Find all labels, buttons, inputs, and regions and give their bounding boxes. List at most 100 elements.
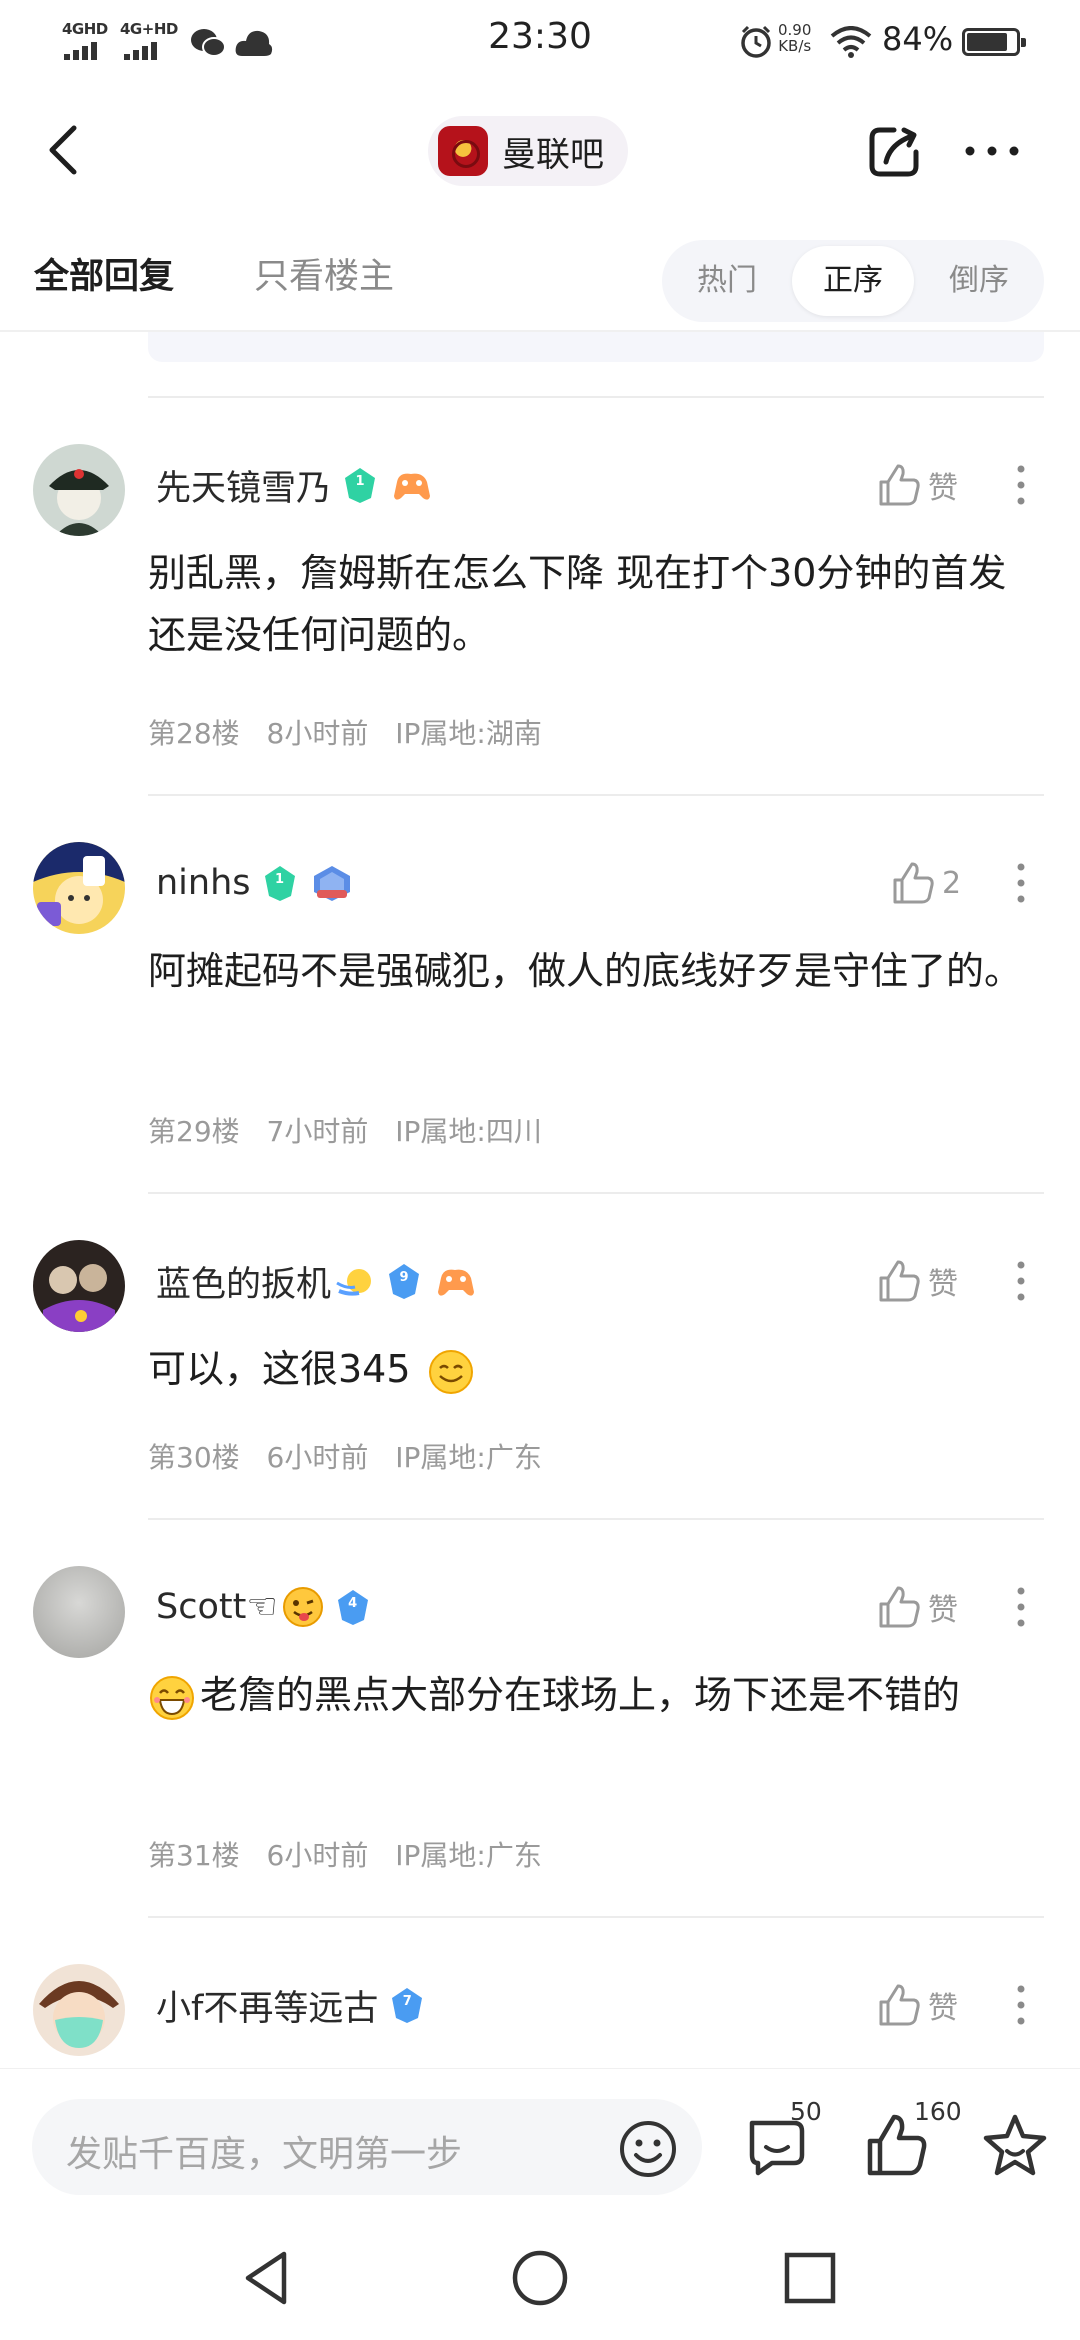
post-time: 6小时前 [266, 1839, 369, 1872]
share-icon[interactable] [864, 122, 924, 182]
level-badge: 9 [385, 1262, 423, 1300]
ip-location: IP属地:四川 [395, 1115, 542, 1148]
ip-location: IP属地:广东 [395, 1839, 542, 1872]
ip-location: IP属地:广东 [395, 1441, 542, 1474]
game-controller-icon [394, 473, 431, 500]
comment-item: Scott☜ 4 赞 老詹的黑点大部分在球场上，场下还是不错的 第31楼 6小时… [0, 1518, 1080, 1916]
grin-emoji-icon [428, 1349, 473, 1394]
post-time: 7小时前 [266, 1115, 369, 1148]
like-button[interactable]: 赞 [876, 460, 958, 510]
tab-all-replies[interactable]: 全部回复 [34, 248, 174, 299]
bottom-action-bar: 发贴千百度，文明第一步 50 160 [0, 2068, 1080, 2218]
forum-button[interactable]: 曼联吧 [428, 116, 628, 186]
laughing-emoji-icon [150, 1675, 194, 1720]
like-count: 2 [942, 865, 962, 901]
floor-number: 第29楼 [148, 1115, 240, 1148]
avatar[interactable] [33, 1240, 125, 1332]
top-nav: 曼联吧 [0, 96, 1080, 206]
thumb-up-icon [879, 464, 920, 506]
comment-more-icon[interactable] [1006, 1258, 1036, 1304]
avatar[interactable] [33, 1964, 125, 2056]
level-badge: 4 [334, 1588, 372, 1626]
rank-badge-icon [313, 866, 350, 901]
system-back-icon[interactable] [238, 2248, 298, 2308]
floor-number: 第30楼 [148, 1441, 240, 1474]
star-icon[interactable] [980, 2111, 1050, 2181]
level-number: 7 [402, 1994, 412, 2009]
reply-tabs: 全部回复 只看楼主 热门 正序 倒序 [0, 236, 1080, 332]
username[interactable]: 先天镜雪乃 [156, 460, 331, 511]
back-arrow-icon[interactable] [36, 118, 96, 182]
battery-icon [962, 28, 1026, 56]
sort-segmented-control: 热门 正序 倒序 [662, 240, 1044, 322]
game-controller-icon [438, 1269, 475, 1296]
reply-count: 50 [790, 2097, 822, 2126]
comment-more-icon[interactable] [1006, 462, 1036, 508]
username-row: ninhs 1 [156, 858, 353, 908]
system-home-icon[interactable] [510, 2248, 570, 2308]
floor-number: 第31楼 [148, 1839, 240, 1872]
comment-more-icon[interactable] [1006, 860, 1036, 906]
like-button[interactable]: 2 [890, 858, 961, 908]
net-speed: 0.90 KB/s [778, 22, 811, 54]
like-count: 赞 [928, 1593, 958, 1628]
like-button[interactable]: 赞 [876, 1582, 958, 1632]
like-count: 赞 [928, 1267, 958, 1302]
avatar[interactable] [33, 1566, 125, 1658]
username-row: 小f不再等远古 7 [156, 1980, 426, 2030]
wifi-icon [830, 26, 872, 58]
avatar[interactable] [33, 444, 125, 536]
comment-more-icon[interactable] [1006, 1982, 1036, 2028]
comment-text: 可以，这很345 [148, 1347, 411, 1391]
comment-meta: 第31楼 6小时前 IP属地:广东 [148, 1834, 560, 1874]
comment-meta: 第29楼 7小时前 IP属地:四川 [148, 1110, 560, 1150]
comment-content: 老詹的黑点大部分在球场上，场下还是不错的 [148, 1664, 1044, 1726]
comment-meta: 第30楼 6小时前 IP属地:广东 [148, 1436, 560, 1476]
username-row: 先天镜雪乃 1 [156, 460, 433, 510]
username[interactable]: ninhs [156, 863, 251, 903]
thumb-up-icon [879, 1260, 920, 1302]
comment-more-icon[interactable] [1006, 1584, 1036, 1630]
comment-meta: 第28楼 8小时前 IP属地:湖南 [148, 712, 560, 752]
username[interactable]: 小f不再等远古 [156, 1980, 378, 2031]
tongue-wink-emoji-icon [282, 1587, 323, 1627]
net-speed-unit: KB/s [778, 37, 812, 55]
system-navigation-bar [0, 2218, 1080, 2340]
tab-op-only[interactable]: 只看楼主 [254, 248, 394, 299]
net-speed-value: 0.90 [778, 21, 812, 39]
username[interactable]: Scott☜ [156, 1587, 278, 1627]
sort-ascending[interactable]: 正序 [792, 246, 914, 316]
level-badge: 7 [388, 1986, 426, 2024]
thumb-up-icon [893, 862, 934, 904]
comment-content: 阿摊起码不是强碱犯，做人的底线好歹是守住了的。 [148, 949, 1023, 993]
level-badge: 1 [261, 864, 299, 902]
level-number: 1 [274, 872, 285, 887]
more-icon[interactable] [960, 126, 1024, 176]
username-row: 蓝色的扳机 9 [156, 1256, 477, 1306]
level-number: 1 [355, 474, 365, 489]
like-button[interactable]: 赞 [876, 1256, 958, 1306]
sort-hot[interactable]: 热门 [666, 246, 788, 316]
system-recents-icon[interactable] [780, 2248, 840, 2308]
reply-input[interactable]: 发贴千百度，文明第一步 [32, 2099, 702, 2195]
reply-input-placeholder: 发贴千百度，文明第一步 [66, 2134, 463, 2175]
like-count: 赞 [928, 471, 958, 506]
like-button[interactable]: 赞 [876, 1980, 958, 2030]
comment-item: 小f不再等远古 7 赞 [0, 1916, 1080, 2068]
level-number: 4 [348, 1596, 358, 1611]
thumb-up-icon [879, 1586, 920, 1628]
avatar[interactable] [33, 842, 125, 934]
shooting-star-icon [336, 1269, 372, 1296]
like-count: 160 [914, 2097, 962, 2126]
ip-location: IP属地:湖南 [395, 717, 542, 750]
comment-text: 老詹的黑点大部分在球场上，场下还是不错的 [200, 1673, 961, 1717]
comment-item: ninhs 1 2 阿摊起码不是强碱犯，做人的底线好歹是守住了的。 第29楼 7… [0, 794, 1080, 1192]
level-number: 9 [399, 1270, 409, 1285]
like-count: 赞 [928, 1991, 958, 2026]
sort-descending[interactable]: 倒序 [918, 246, 1040, 316]
comment-content: 别乱黑，詹姆斯在怎么下降 现在打个30分钟的首发还是没任何问题的。 [148, 551, 1007, 657]
comment-content: 可以，这很345 [148, 1338, 1044, 1400]
username[interactable]: 蓝色的扳机 [156, 1256, 331, 1307]
smiley-icon[interactable] [616, 2117, 680, 2181]
alarm-icon [741, 25, 771, 58]
